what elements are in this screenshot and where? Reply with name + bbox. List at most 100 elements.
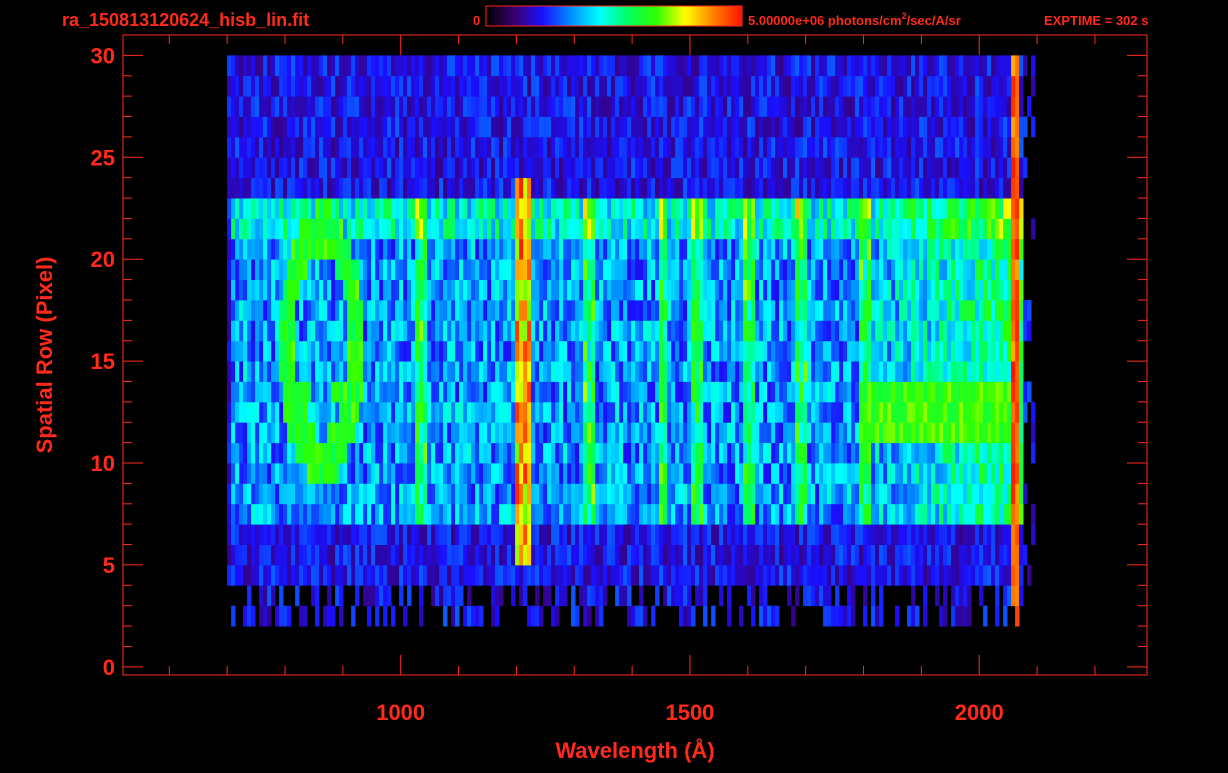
heatmap-cell [535, 259, 540, 280]
heatmap-cell [535, 177, 540, 199]
heatmap-cell [683, 136, 688, 158]
heatmap-cell [843, 177, 848, 199]
heatmap-cell [415, 483, 420, 505]
heatmap-cell [1023, 544, 1028, 566]
heatmap-cell [1003, 503, 1008, 525]
heatmap-cell [383, 422, 388, 444]
heatmap-cell [563, 116, 568, 138]
heatmap-cell [263, 361, 268, 382]
heatmap-cell [891, 218, 896, 240]
heatmap-cell [563, 361, 568, 382]
heatmap-cell [939, 463, 944, 484]
heatmap-cell [551, 320, 556, 342]
heatmap-cell [547, 157, 552, 179]
heatmap-cell [435, 442, 440, 464]
heatmap-cell [951, 503, 956, 525]
heatmap-cell [691, 503, 696, 525]
heatmap-cell [327, 157, 332, 179]
heatmap-cell [947, 361, 952, 382]
heatmap-cell [423, 463, 428, 484]
heatmap-cell [299, 300, 304, 321]
heatmap-cell [595, 96, 600, 117]
heatmap-cell [907, 320, 912, 342]
heatmap-cell [267, 136, 272, 158]
heatmap-cell [851, 198, 856, 219]
heatmap-cell [343, 524, 348, 545]
heatmap-cell [547, 259, 552, 280]
heatmap-cell [235, 340, 240, 362]
heatmap-cell [687, 340, 692, 362]
heatmap-cell [791, 361, 796, 382]
heatmap-cell [631, 524, 636, 545]
heatmap-cell [239, 483, 244, 505]
heatmap-cell [759, 605, 764, 627]
heatmap-cell [339, 157, 344, 179]
heatmap-cell [627, 524, 632, 545]
heatmap-cell [943, 442, 948, 464]
heatmap-cell [787, 585, 792, 607]
heatmap-cell [455, 605, 460, 627]
heatmap-cell [543, 157, 548, 179]
heatmap-cell [935, 116, 940, 138]
heatmap-cell [263, 279, 268, 301]
heatmap-cell [871, 442, 876, 464]
heatmap-cell [227, 279, 232, 301]
heatmap-cell [759, 442, 764, 464]
heatmap-cell [711, 300, 716, 321]
heatmap-cell [603, 238, 608, 260]
heatmap-cell [1019, 544, 1024, 566]
heatmap-cell [651, 442, 656, 464]
heatmap-cell [695, 279, 700, 301]
heatmap-cell [879, 218, 884, 240]
heatmap-cell [867, 381, 872, 403]
heatmap-cell [451, 422, 456, 444]
heatmap-cell [867, 544, 872, 566]
heatmap-cell [663, 340, 668, 362]
heatmap-cell [755, 238, 760, 260]
heatmap-cell [235, 320, 240, 342]
heatmap-cell [687, 544, 692, 566]
heatmap-cell [835, 503, 840, 525]
heatmap-cell [951, 300, 956, 321]
heatmap-cell [659, 442, 664, 464]
heatmap-cell [719, 136, 724, 158]
heatmap-cell [331, 422, 336, 444]
heatmap-cell [919, 544, 924, 566]
heatmap-cell [939, 279, 944, 301]
heatmap-cell [655, 238, 660, 260]
heatmap-cell [635, 340, 640, 362]
heatmap-cell [531, 463, 536, 484]
heatmap-cell [947, 442, 952, 464]
heatmap-cell [1007, 544, 1012, 566]
heatmap-cell [775, 503, 780, 525]
heatmap-cell [555, 157, 560, 179]
heatmap-cell [419, 96, 424, 117]
heatmap-cell [271, 300, 276, 321]
heatmap-cell [479, 483, 484, 505]
heatmap-cell [707, 340, 712, 362]
heatmap-cell [671, 259, 676, 280]
heatmap-cell [599, 381, 604, 403]
heatmap-cell [647, 544, 652, 566]
heatmap-cell [331, 136, 336, 158]
heatmap-cell [475, 544, 480, 566]
heatmap-cell [611, 96, 616, 117]
heatmap-cell [431, 218, 436, 240]
heatmap-cell [515, 564, 520, 586]
heatmap-cell [355, 116, 360, 138]
heatmap-cell [335, 564, 340, 586]
heatmap-cell [395, 259, 400, 280]
heatmap-cell [231, 381, 236, 403]
heatmap-cell [507, 503, 512, 525]
heatmap-cell [631, 279, 636, 301]
heatmap-cell [711, 442, 716, 464]
heatmap-cell [607, 422, 612, 444]
heatmap-cell [571, 605, 576, 627]
heatmap-cell [343, 340, 348, 362]
heatmap-cell [271, 116, 276, 138]
heatmap-cell [875, 218, 880, 240]
heatmap-cell [587, 422, 592, 444]
heatmap-cell [839, 361, 844, 382]
heatmap-cell [607, 401, 612, 423]
heatmap-cell [1019, 401, 1024, 423]
